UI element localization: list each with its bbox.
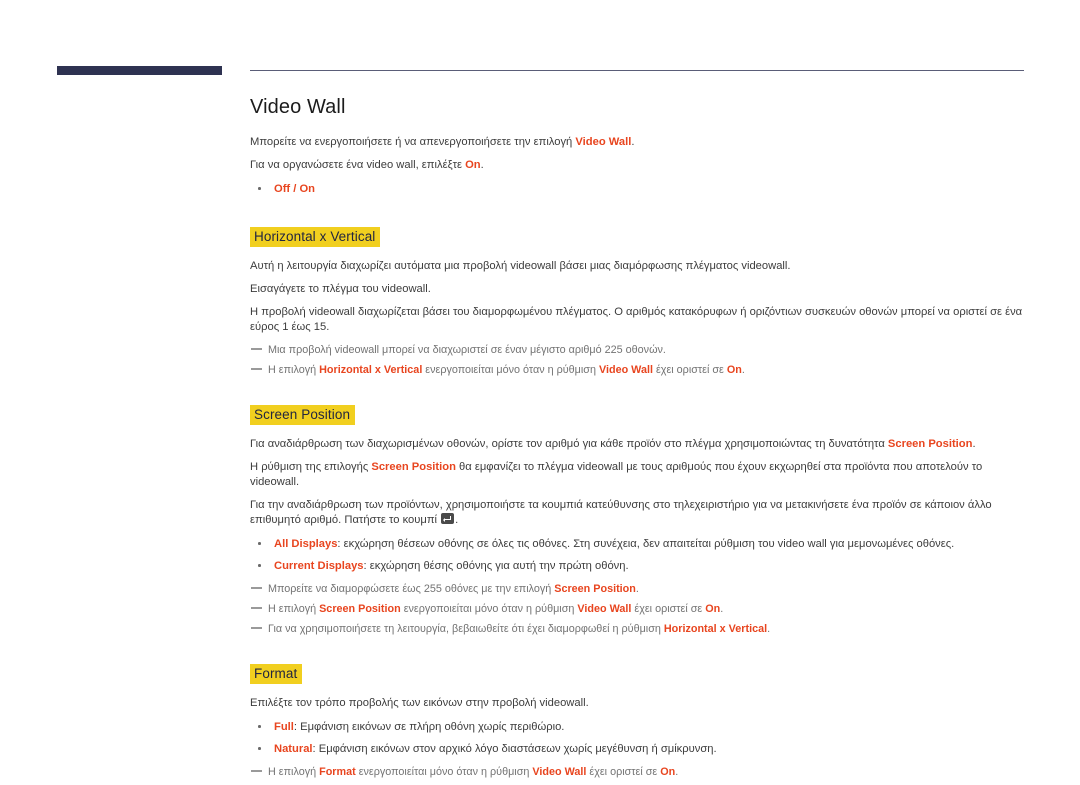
sp-n2-accent2: Video Wall [577,603,632,615]
hxv-paragraph-1: Αυτή η λειτουργία διαχωρίζει αυτόματα μι… [250,260,791,272]
header-divider-rule [250,70,1024,71]
bullet-dot-icon [258,542,261,545]
sp-n1-accent: Screen Position [554,583,636,595]
fmt-n1-pre: Η επιλογή [268,766,320,778]
bullet-dot-icon [258,725,261,728]
video-wall-options-list: Off / On [250,181,1030,197]
sp-p1-pre: Για αναδιάρθρωση των διαχωρισμένων οθονώ… [250,438,888,450]
hxv-n2-pre: Η επιλογή [268,364,320,376]
format-note-1: Η επιλογή Format ενεργοποιείται μόνο ότα… [250,765,1030,780]
video-wall-paragraph-2: Για να οργανώσετε ένα video wall, επιλέξ… [250,158,1030,173]
sp-n3-post: . [767,623,771,635]
sp-n2-mid2: έχει οριστεί σε [631,603,706,615]
hxv-n2-accent3: On [726,364,742,376]
format-paragraph-1: Επιλέξτε τον τρόπο προβολής των εικόνων … [250,697,589,709]
bullet-dot-icon [258,747,261,750]
sp-bullet-1-text: : εκχώρηση θέσεων οθόνης σε όλες τις οθό… [337,538,955,550]
hxv-note-2: Η επιλογή Horizontal x Vertical ενεργοπο… [250,363,1030,378]
header-accent-bar [57,66,222,75]
document-content: Video Wall Μπορείτε να ενεργοποιήσετε ή … [250,96,1030,785]
format-bullet-1-text: : Εμφάνιση εικόνων σε πλήρη οθόνη χωρίς … [293,721,565,733]
sp-n2-post: . [720,603,724,615]
format-options-list: Full: Εμφάνιση εικόνων σε πλήρη οθόνη χω… [250,719,1030,757]
page-header-decoration [0,0,1080,90]
sp-p3-pre: Για την αναδιάρθρωση των προϊόντων, χρησ… [250,499,992,526]
sp-p1-accent: Screen Position [887,438,973,450]
sp-note-2: Η επιλογή Screen Position ενεργοποιείται… [250,602,1030,617]
sp-p2-accent: Screen Position [371,461,456,473]
sp-bullet-2-label: Current Displays [274,560,364,572]
sp-n2-accent1: Screen Position [319,603,401,615]
sp-bullet-2-text: : εκχώρηση θέσης οθόνης για αυτή την πρώ… [363,560,629,572]
list-item: Off / On [250,181,1030,197]
fmt-n1-mid: ενεργοποιείται μόνο όταν η ρύθμιση [355,766,533,778]
vw-p2-post: . [480,159,484,171]
sp-n2-mid: ενεργοποιείται μόνο όταν η ρύθμιση [400,603,578,615]
hxv-note-1: Μια προβολή videowall μπορεί να διαχωρισ… [250,343,1030,358]
sp-p2-pre: Η ρύθμιση της επιλογής [250,461,372,473]
vw-p1-post: . [631,136,635,148]
hxv-paragraph-2: Εισαγάγετε το πλέγμα του videowall. [250,283,431,295]
sp-p1-post: . [972,438,976,450]
hxv-n2-accent2: Video Wall [598,364,653,376]
sp-n3-accent: Horizontal x Vertical [663,623,768,635]
note-dash-icon [251,770,262,772]
format-bullet-2-text: : Εμφάνιση εικόνων στον αρχικό λόγο διασ… [312,743,717,755]
note-dash-icon [251,348,262,350]
section-heading-format: Format [250,664,303,684]
screen-position-options-list: All Displays: εκχώρηση θέσεων οθόνης σε … [250,536,1030,574]
format-bullet-2-label: Natural [274,743,313,755]
note-dash-icon [251,627,262,629]
hxv-n2-mid: ενεργοποιείται μόνο όταν η ρύθμιση [422,364,599,376]
hxv-n2-accent1: Horizontal x Vertical [319,364,423,376]
sp-n2-pre: Η επιλογή [268,603,320,615]
section-heading-horizontal-x-vertical: Horizontal x Vertical [250,227,381,247]
fmt-n1-mid2: έχει οριστεί σε [586,766,661,778]
hxv-n2-post: . [741,364,745,376]
vw-p1-accent: Video Wall [575,136,632,148]
bullet-dot-icon [258,187,261,190]
sp-note-1: Μπορείτε να διαμορφώσετε έως 255 οθόνες … [250,582,1030,597]
sp-paragraph-2: Η ρύθμιση της επιλογής Screen Position θ… [250,460,1030,490]
hxv-n2-mid2: έχει οριστεί σε [652,364,727,376]
video-wall-paragraph-1: Μπορείτε να ενεργοποιήσετε ή να απενεργο… [250,135,1030,150]
fmt-n1-accent2: Video Wall [532,766,587,778]
vw-option-label: Off / On [274,183,316,195]
fmt-n1-accent3: On [660,766,676,778]
sp-n3-pre: Για να χρησιμοποιήσετε τη λειτουργία, βε… [268,623,664,635]
fmt-n1-post: . [675,766,679,778]
page-title: Video Wall [250,96,346,118]
sp-n2-accent3: On [705,603,721,615]
format-bullet-1-label: Full [274,721,294,733]
list-item: All Displays: εκχώρηση θέσεων οθόνης σε … [250,536,1030,552]
fmt-n1-accent1: Format [319,766,356,778]
note-dash-icon [251,607,262,609]
list-item: Natural: Εμφάνιση εικόνων στον αρχικό λό… [250,741,1030,757]
vw-p1-pre: Μπορείτε να ενεργοποιήσετε ή να απενεργο… [250,136,576,148]
sp-paragraph-1: Για αναδιάρθρωση των διαχωρισμένων οθονώ… [250,437,1030,452]
list-item: Current Displays: εκχώρηση θέσης οθόνης … [250,558,1030,574]
note-dash-icon [251,587,262,589]
sp-p3-post: . [455,514,459,526]
hxv-paragraph-3: Η προβολή videowall διαχωρίζεται βάσει τ… [250,306,1023,333]
sp-paragraph-3: Για την αναδιάρθρωση των προϊόντων, χρησ… [250,498,1030,528]
note-dash-icon [251,368,262,370]
section-heading-screen-position: Screen Position [250,405,356,425]
bullet-dot-icon [258,564,261,567]
vw-p2-accent: On [465,159,481,171]
list-item: Full: Εμφάνιση εικόνων σε πλήρη οθόνη χω… [250,719,1030,735]
sp-n1-post: . [635,583,639,595]
sp-bullet-1-label: All Displays [274,538,338,550]
vw-p2-pre: Για να οργανώσετε ένα video wall, επιλέξ… [250,159,466,171]
sp-n1-pre: Μπορείτε να διαμορφώσετε έως 255 οθόνες … [268,583,555,595]
hxv-note-1-text: Μια προβολή videowall μπορεί να διαχωρισ… [268,344,666,356]
sp-note-3: Για να χρησιμοποιήσετε τη λειτουργία, βε… [250,622,1030,637]
enter-key-icon [441,513,455,524]
